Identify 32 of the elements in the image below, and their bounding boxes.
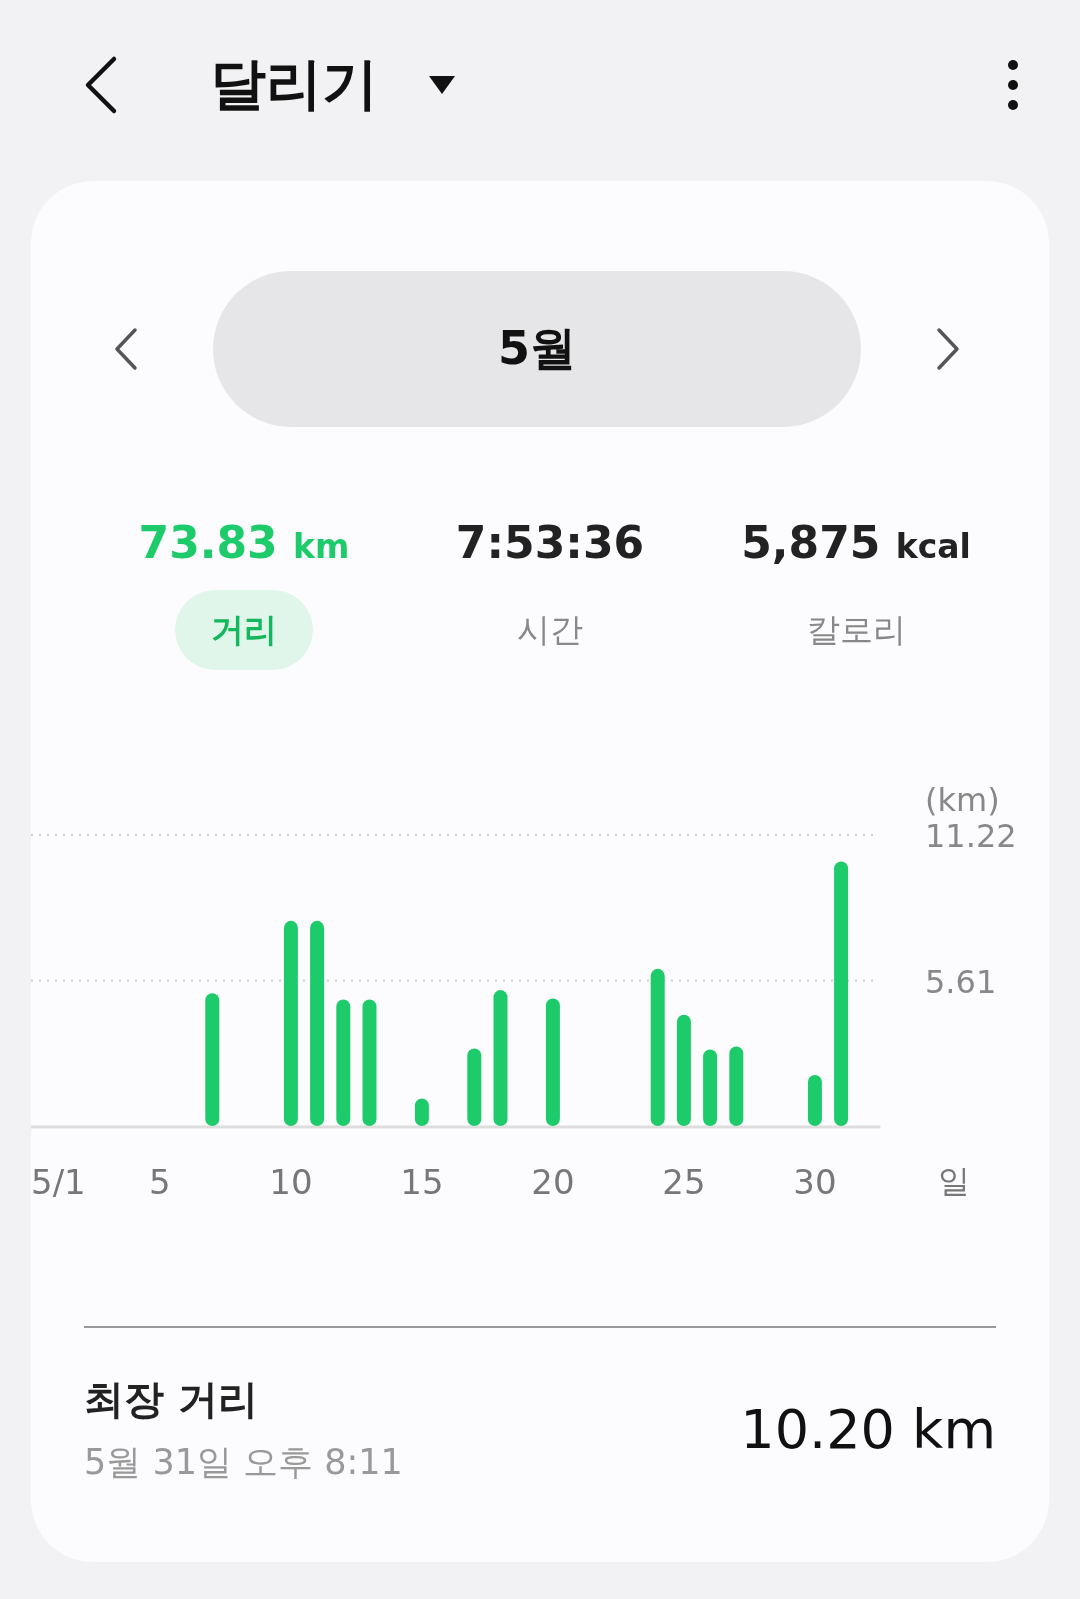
bar bbox=[807, 1074, 822, 1126]
x-axis-label: 20 bbox=[531, 1162, 575, 1202]
metric-tab[interactable]: 거리 bbox=[175, 590, 313, 670]
y-axis-label: 5.61 bbox=[925, 962, 997, 1001]
chevron-left-icon bbox=[113, 327, 139, 371]
longest-distance-date: 5월 31일 오후 8:11 bbox=[84, 1441, 403, 1484]
x-axis-unit: 일 bbox=[938, 1162, 970, 1200]
longest-distance-title: 최장 거리 bbox=[84, 1375, 259, 1424]
x-axis-label: 5 bbox=[149, 1162, 171, 1202]
dropdown-button[interactable] bbox=[428, 75, 456, 95]
x-axis-label: 30 bbox=[793, 1162, 837, 1202]
chevron-right-icon bbox=[935, 327, 961, 371]
page-title: 달리기 bbox=[210, 50, 378, 118]
more-options-button[interactable] bbox=[1006, 59, 1020, 111]
next-month-button[interactable] bbox=[935, 327, 961, 371]
caret-icon bbox=[428, 75, 456, 95]
more-vertical-icon bbox=[1006, 59, 1020, 111]
y-axis-label: 11.22 bbox=[925, 817, 1017, 855]
metric-tab[interactable]: 칼로리 bbox=[770, 590, 942, 670]
metric-tab[interactable]: 시간 bbox=[481, 590, 619, 670]
metric-value: 7:53:36 bbox=[455, 517, 645, 568]
metric-value: 5,875 kcal bbox=[741, 517, 971, 568]
bar bbox=[414, 1098, 429, 1126]
metric-value: 73.83 km bbox=[138, 517, 350, 568]
x-axis-label: 10 bbox=[269, 1162, 313, 1202]
x-axis-label: 25 bbox=[662, 1162, 706, 1202]
y-axis-unit: (km) bbox=[925, 781, 1000, 819]
x-axis-label: 15 bbox=[400, 1162, 444, 1202]
x-axis-label: 5/1 bbox=[31, 1162, 86, 1202]
previous-month-button[interactable] bbox=[113, 327, 139, 371]
longest-distance-value: 10.20 km bbox=[740, 1397, 996, 1461]
month-selector[interactable]: 5월 bbox=[213, 271, 861, 427]
